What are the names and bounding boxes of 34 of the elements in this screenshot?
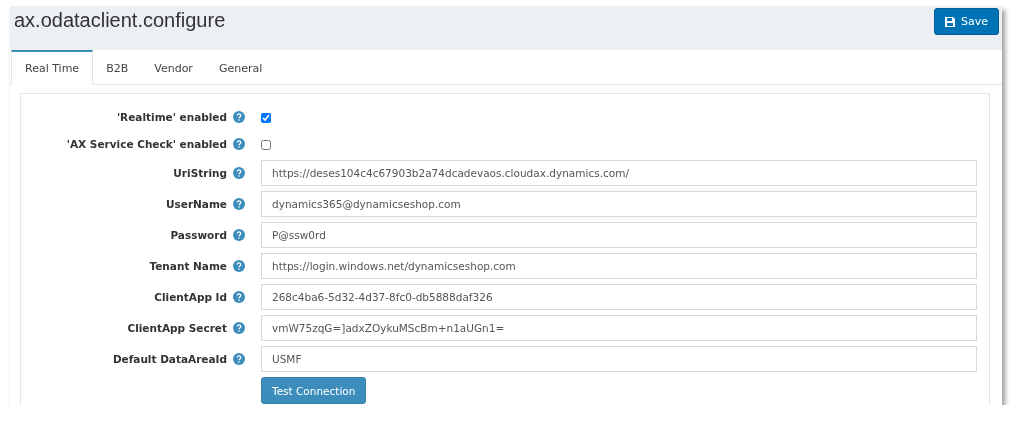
tab[interactable]: General [205,50,276,84]
tab[interactable]: Real Time [11,50,94,85]
help-icon[interactable] [233,198,245,210]
text-field[interactable]: 268c4ba6-5d32-4d37-8fc0-db5888daf326 [261,284,977,310]
field-label: Password [170,229,227,241]
checkbox[interactable] [261,112,271,123]
text-field[interactable]: P@ssw0rd [261,222,977,248]
help-icon[interactable] [233,167,245,179]
help-icon[interactable] [233,229,245,241]
field-label: ClientApp Id [154,291,227,303]
help-icon[interactable] [233,138,245,150]
field-label: ClientApp Secret [127,322,227,334]
field-label: UserName [166,198,227,210]
tab[interactable]: B2B [93,50,142,84]
field-label: 'Realtime' enabled [116,111,227,123]
field-label: Tenant Name [149,260,227,272]
help-icon[interactable] [233,353,245,365]
checkbox[interactable] [261,139,271,150]
text-field[interactable]: USMF [261,346,977,372]
field-label: UriString [173,167,227,179]
help-icon[interactable] [233,111,245,123]
field-label: 'AX Service Check' enabled [66,138,227,150]
help-icon[interactable] [233,260,245,272]
help-icon[interactable] [233,322,245,334]
text-field[interactable]: dynamics365@dynamicseshop.com [261,191,977,217]
test-connection-button[interactable]: Test Connection [261,377,367,404]
page-title: ax.odataclient.configure [14,9,226,32]
save-button[interactable]: Save [934,8,999,35]
tab[interactable]: Vendor [141,50,206,84]
text-field[interactable]: https://deses104c4c67903b2a74dcadevaos.cloudax.dynamics.com/ [261,160,977,186]
help-icon[interactable] [233,291,245,303]
text-field[interactable]: https://login.windows.net/dynamicseshop.com [261,253,977,279]
field-label: Default DataAreaId [112,353,227,365]
text-field[interactable]: vmW75zqG=]adxZOykuMScBm+n1aUGn1= [261,315,977,341]
